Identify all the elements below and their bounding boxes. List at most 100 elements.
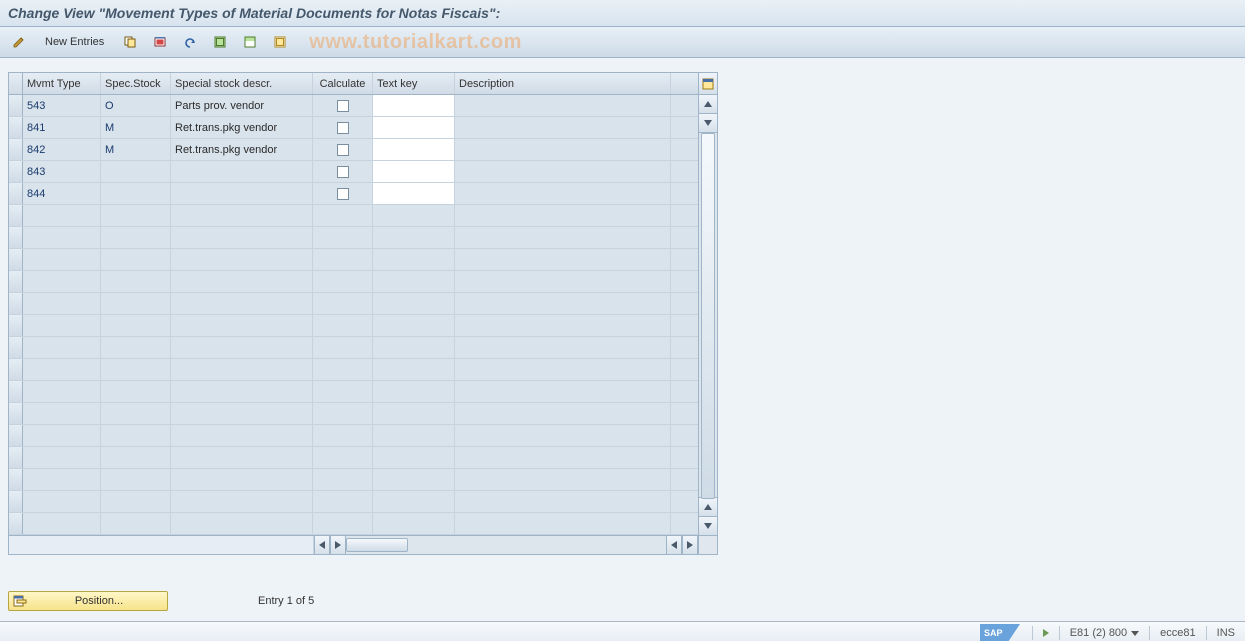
- col-header-mvmt-type[interactable]: Mvmt Type: [23, 73, 101, 94]
- new-entries-button[interactable]: New Entries: [36, 31, 113, 53]
- cell-text-key[interactable]: [373, 161, 455, 182]
- calculate-checkbox[interactable]: [337, 166, 349, 178]
- scroll-up-button[interactable]: [699, 95, 717, 114]
- cell-spec-stock[interactable]: [101, 205, 171, 226]
- cell-mvmt-type[interactable]: [23, 359, 101, 380]
- status-session[interactable]: E81 (2) 800: [1066, 627, 1143, 639]
- cell-calculate[interactable]: [313, 161, 373, 182]
- col-header-spec-descr[interactable]: Special stock descr.: [171, 73, 313, 94]
- cell-mvmt-type[interactable]: [23, 205, 101, 226]
- row-selector[interactable]: [9, 491, 23, 512]
- row-selector[interactable]: [9, 249, 23, 270]
- horizontal-scrollbar[interactable]: [9, 535, 717, 554]
- cell-mvmt-type[interactable]: [23, 337, 101, 358]
- row-selector[interactable]: [9, 359, 23, 380]
- cell-calculate[interactable]: [313, 139, 373, 160]
- cell-spec-stock[interactable]: [101, 161, 171, 182]
- row-selector[interactable]: [9, 205, 23, 226]
- cell-spec-stock[interactable]: [101, 447, 171, 468]
- calculate-checkbox[interactable]: [337, 144, 349, 156]
- select-all-button[interactable]: [207, 31, 233, 53]
- row-selector[interactable]: [9, 513, 23, 534]
- cell-mvmt-type[interactable]: [23, 491, 101, 512]
- row-selector[interactable]: [9, 139, 23, 160]
- cell-text-key[interactable]: [373, 117, 455, 138]
- vertical-scrollbar[interactable]: [698, 73, 717, 535]
- cell-spec-stock[interactable]: [101, 293, 171, 314]
- row-selector-header[interactable]: [9, 73, 23, 94]
- scroll-down-button[interactable]: [699, 516, 717, 535]
- row-selector[interactable]: [9, 95, 23, 116]
- select-block-button[interactable]: [237, 31, 263, 53]
- calculate-checkbox[interactable]: [337, 188, 349, 200]
- cell-spec-stock[interactable]: [101, 337, 171, 358]
- hscroll-line-right-button[interactable]: [330, 536, 346, 554]
- cell-mvmt-type[interactable]: [23, 447, 101, 468]
- undo-change-button[interactable]: [177, 31, 203, 53]
- row-selector[interactable]: [9, 447, 23, 468]
- cell-mvmt-type[interactable]: [23, 381, 101, 402]
- row-selector[interactable]: [9, 183, 23, 204]
- hscroll-track[interactable]: [346, 536, 666, 554]
- cell-spec-stock[interactable]: [101, 425, 171, 446]
- cell-spec-stock[interactable]: [101, 381, 171, 402]
- cell-text-key[interactable]: [373, 139, 455, 160]
- cell-spec-stock[interactable]: [101, 359, 171, 380]
- hscroll-thumb[interactable]: [346, 538, 408, 552]
- copy-as-button[interactable]: [117, 31, 143, 53]
- text-key-input[interactable]: [377, 119, 450, 136]
- cell-mvmt-type[interactable]: 543: [23, 95, 101, 116]
- calculate-checkbox[interactable]: [337, 122, 349, 134]
- text-key-input[interactable]: [377, 185, 450, 202]
- position-button[interactable]: Position...: [8, 591, 168, 611]
- cell-mvmt-type[interactable]: 844: [23, 183, 101, 204]
- row-selector[interactable]: [9, 271, 23, 292]
- row-selector[interactable]: [9, 337, 23, 358]
- cell-text-key[interactable]: [373, 95, 455, 116]
- cell-spec-stock[interactable]: [101, 469, 171, 490]
- cell-mvmt-type[interactable]: 841: [23, 117, 101, 138]
- row-selector[interactable]: [9, 469, 23, 490]
- cell-mvmt-type[interactable]: [23, 469, 101, 490]
- scroll-line-down-button[interactable]: [699, 114, 717, 133]
- cell-mvmt-type[interactable]: [23, 293, 101, 314]
- cell-mvmt-type[interactable]: 843: [23, 161, 101, 182]
- calculate-checkbox[interactable]: [337, 100, 349, 112]
- hscroll-right-button[interactable]: [682, 536, 698, 554]
- row-selector[interactable]: [9, 117, 23, 138]
- row-selector[interactable]: [9, 227, 23, 248]
- cell-spec-stock[interactable]: [101, 271, 171, 292]
- cell-spec-stock[interactable]: M: [101, 139, 171, 160]
- cell-calculate[interactable]: [313, 183, 373, 204]
- cell-spec-stock[interactable]: [101, 183, 171, 204]
- text-key-input[interactable]: [377, 97, 450, 114]
- hscroll-line-left-button[interactable]: [666, 536, 682, 554]
- toggle-display-change-button[interactable]: [6, 31, 32, 53]
- cell-calculate[interactable]: [313, 117, 373, 138]
- row-selector[interactable]: [9, 293, 23, 314]
- row-selector[interactable]: [9, 315, 23, 336]
- col-header-calculate[interactable]: Calculate: [313, 73, 373, 94]
- col-header-text-key[interactable]: Text key: [373, 73, 455, 94]
- text-key-input[interactable]: [377, 141, 450, 158]
- col-header-spec-stock[interactable]: Spec.Stock: [101, 73, 171, 94]
- cell-mvmt-type[interactable]: 842: [23, 139, 101, 160]
- cell-mvmt-type[interactable]: [23, 227, 101, 248]
- cell-mvmt-type[interactable]: [23, 403, 101, 424]
- cell-spec-stock[interactable]: [101, 227, 171, 248]
- table-settings-button[interactable]: [699, 73, 717, 95]
- cell-mvmt-type[interactable]: [23, 315, 101, 336]
- cell-mvmt-type[interactable]: [23, 271, 101, 292]
- text-key-input[interactable]: [377, 163, 450, 180]
- cell-spec-stock[interactable]: M: [101, 117, 171, 138]
- cell-text-key[interactable]: [373, 183, 455, 204]
- status-nav-button[interactable]: [1039, 629, 1053, 637]
- row-selector[interactable]: [9, 381, 23, 402]
- cell-spec-stock[interactable]: [101, 491, 171, 512]
- status-insert-mode[interactable]: INS: [1213, 627, 1239, 639]
- row-selector[interactable]: [9, 425, 23, 446]
- cell-mvmt-type[interactable]: [23, 249, 101, 270]
- vscroll-track[interactable]: [699, 133, 717, 497]
- col-header-description[interactable]: Description: [455, 73, 671, 94]
- cell-spec-stock[interactable]: [101, 249, 171, 270]
